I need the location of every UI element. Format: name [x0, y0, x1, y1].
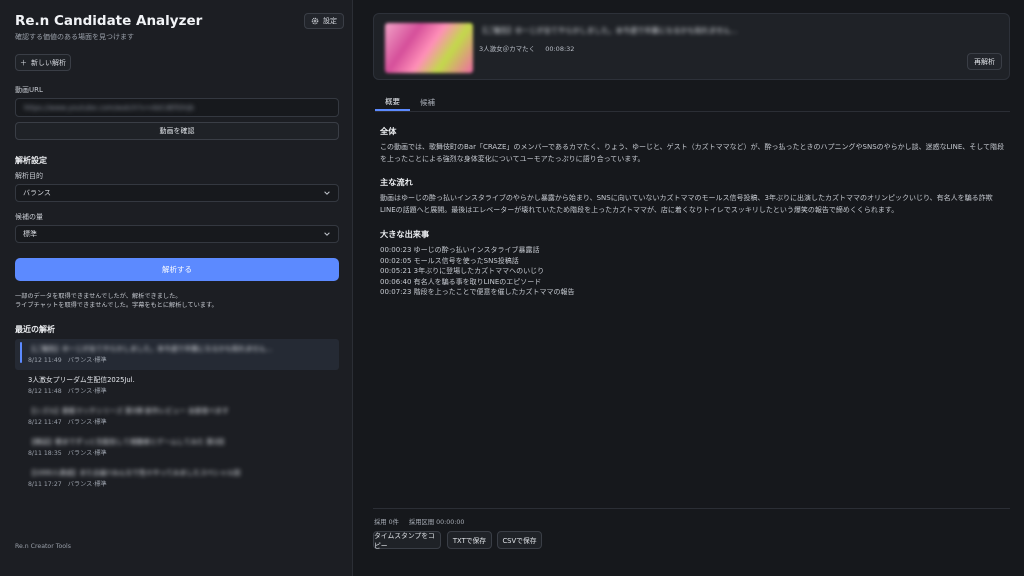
recent-item-meta: 8/11 18:35 バランス·標準	[28, 450, 107, 457]
analysis-settings-heading: 解析設定	[15, 156, 47, 165]
video-duration: 00:08:32	[545, 45, 575, 53]
result-tabs: 概要 候補	[375, 93, 445, 111]
recent-item[interactable]: 【1000人達成】また企画!!みんなで色々やってみましたスペシャル回 8/11 …	[15, 463, 339, 494]
recent-item-title: 【シズル】鉄板マッチシリーズ 第3弾 新作レビュー 全部食べます	[28, 407, 229, 415]
events-heading: 大きな出来事	[380, 229, 430, 239]
chevron-down-icon	[324, 232, 330, 236]
event-item: 00:00:23 ゆーじの酔っ払いインスタライブ暴露話	[380, 246, 540, 254]
recent-item-meta: 8/12 11:47 バランス·標準	[28, 419, 107, 426]
adopted-count: 採用 0件	[374, 519, 399, 526]
video-channel: 3人激女＠カマたく	[479, 45, 536, 53]
overall-section: 全体 この動画では、歌舞伎町のBar「CRAZE」のメンバーであるカマたく、りょ…	[380, 125, 1005, 165]
amount-label: 候補の量	[15, 213, 43, 221]
notice-message: 一部のデータを取得できませんでしたが、解析できました。 ライブチャットを取得でき…	[15, 292, 218, 310]
event-item: 00:02:05 モールス信号を使ったSNS投稿話	[380, 256, 519, 265]
recent-item-title: 【ご報告】ゆーじが全てやらかしました。本今週で卒業になるかも知れません…	[28, 345, 273, 353]
recent-item[interactable]: 【ご報告】ゆーじが全てやらかしました。本今週で卒業になるかも知れません… 8/1…	[15, 339, 339, 370]
bottom-divider	[373, 508, 1010, 509]
amount-value: 標準	[23, 230, 37, 238]
events-section: 大きな出来事 00:00:23 ゆーじの酔っ払いインスタライブ暴露話 00:02…	[380, 228, 1005, 298]
recent-item-meta: 8/12 11:48 バランス·標準	[28, 388, 107, 395]
flow-section: 主な流れ 動画はゆーじの酔っ払いインスタライブのやらかし暴露から始まり、SNSに…	[380, 176, 1005, 216]
flow-heading: 主な流れ	[380, 177, 413, 187]
video-thumbnail	[385, 23, 473, 73]
event-item: 00:06:40 有名人を騙る事を取りLINEのエピソード	[380, 277, 542, 286]
notice-line: 一部のデータを取得できませんでしたが、解析できました。	[15, 293, 182, 300]
recent-item[interactable]: 3人激女プリーダム生配信2025Jul. 8/12 11:48 バランス·標準	[15, 370, 339, 401]
recent-heading: 最近の解析	[15, 325, 55, 334]
tabs-divider	[375, 111, 1010, 112]
purpose-select[interactable]: バランス	[15, 184, 339, 202]
app-subtitle: 確認する価値のある場面を見つけます	[15, 33, 134, 41]
recent-item[interactable]: 【シズル】鉄板マッチシリーズ 第3弾 新作レビュー 全部食べます 8/12 11…	[15, 401, 339, 432]
new-analysis-label: 新しい解析	[31, 58, 66, 67]
recent-item-meta: 8/12 11:49 バランス·標準	[28, 357, 107, 364]
app-title: Re.n Candidate Analyzer	[15, 13, 203, 29]
chevron-down-icon	[324, 191, 330, 195]
overall-text: この動画では、歌舞伎町のBar「CRAZE」のメンバーであるカマたく、りょう、ゆ…	[380, 143, 1005, 163]
adopted-status: 採用 0件 採用区間 00:00:00	[374, 517, 464, 526]
flow-text: 動画はゆーじの酔っ払いインスタライブのやらかし暴露から始まり、SNSに向いていな…	[380, 194, 993, 214]
video-card: 【ご報告】ゆーじが全てやらかしました。本今週で卒業になるかも知れません… 3人激…	[373, 13, 1010, 80]
settings-label: 設定	[323, 17, 337, 25]
recent-item-title: 【検証】朝までずっと生配信して視聴者とゲームしてみた 第2回	[28, 438, 225, 446]
recent-item[interactable]: 【検証】朝までずっと生配信して視聴者とゲームしてみた 第2回 8/11 18:3…	[15, 432, 339, 463]
reanalyze-button[interactable]: 再解析	[967, 53, 1002, 70]
recent-list: 【ご報告】ゆーじが全てやらかしました。本今週で卒業になるかも知れません… 8/1…	[15, 339, 339, 494]
overall-heading: 全体	[380, 126, 397, 136]
video-title: 【ご報告】ゆーじが全てやらかしました。本今週で卒業になるかも知れません…	[479, 26, 738, 35]
analyze-button[interactable]: 解析する	[15, 258, 339, 281]
recent-item-title: 【1000人達成】また企画!!みんなで色々やってみましたスペシャル回	[28, 469, 241, 477]
footer-brand: Re.n Creator Tools	[15, 543, 71, 550]
copy-timestamps-button[interactable]: タイムスタンプをコピー	[373, 531, 441, 550]
adopted-range: 採用区間 00:00:00	[408, 519, 465, 526]
purpose-label: 解析目的	[15, 172, 43, 180]
notice-line: ライブチャットを取得できませんでした。字幕をもとに解析しています。	[15, 302, 218, 309]
sidebar: Re.n Candidate Analyzer 確認する価値のある場面を見つけま…	[0, 0, 353, 576]
new-analysis-button[interactable]: ＋ 新しい解析	[15, 54, 71, 71]
save-csv-button[interactable]: CSVで保存	[497, 531, 542, 549]
recent-item-title: 3人激女プリーダム生配信2025Jul.	[28, 376, 135, 384]
amount-select[interactable]: 標準	[15, 225, 339, 243]
save-txt-button[interactable]: TXTで保存	[447, 531, 492, 549]
settings-button[interactable]: 設定	[304, 13, 344, 29]
tab-candidates[interactable]: 候補	[410, 93, 445, 111]
event-item: 00:05:21 3年ぶりに登場したカズトママへのいじり	[380, 267, 545, 275]
url-value: https://www.youtube.com/watch?v=AbCdEfGh…	[24, 103, 195, 112]
gear-icon	[311, 17, 319, 25]
events-list: 00:00:23 ゆーじの酔っ払いインスタライブ暴露話 00:02:05 モール…	[380, 245, 1005, 298]
purpose-value: バランス	[23, 189, 51, 197]
event-item: 00:07:23 階段を上ったことで便意を催したカズトママの報告	[380, 288, 575, 296]
check-video-button[interactable]: 動画を確認	[15, 122, 339, 140]
plus-icon: ＋	[20, 58, 27, 67]
video-meta: 3人激女＠カマたく 00:08:32	[479, 43, 574, 53]
url-label: 動画URL	[15, 86, 43, 94]
url-input[interactable]: https://www.youtube.com/watch?v=AbCdEfGh…	[15, 98, 339, 117]
recent-item-meta: 8/11 17:27 バランス·標準	[28, 481, 107, 488]
tab-summary[interactable]: 概要	[375, 93, 410, 111]
